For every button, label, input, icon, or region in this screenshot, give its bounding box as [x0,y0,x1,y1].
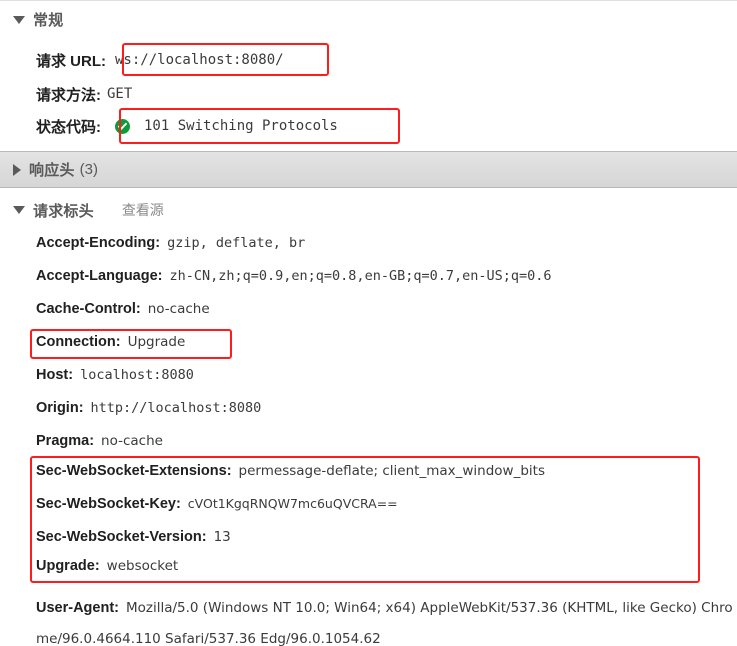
header-row-sec-websocket-key: Sec-WebSocket-Key: cVOt1KgqRNQW7mc6uQVCR… [0,496,398,520]
status-code-label: 状态代码: [36,118,101,136]
header-value: permessage-deflate; client_max_window_bi… [238,463,545,479]
header-name: Cache-Control: [36,301,141,317]
header-name: Accept-Language: [36,268,163,284]
request-url-value: ws://localhost:8080/ [115,52,284,68]
response-headers-count: (3) [79,161,98,178]
header-row-upgrade: Upgrade: websocket [0,558,178,582]
header-row-user-agent: User-Agent: Mozilla/5.0 (Windows NT 10.0;… [0,593,737,646]
header-name: Sec-WebSocket-Version: [36,529,207,545]
header-row-connection: Connection: Upgrade [0,334,185,358]
section-title-request-headers: 请求标头 [33,202,94,220]
request-method-label: 请求方法: [36,86,101,104]
request-method-value: GET [107,86,133,102]
header-name: User-Agent: [36,600,119,616]
section-header-request-headers[interactable]: 请求标头 查看源 [0,193,737,227]
section-header-general[interactable]: 常规 [0,0,737,38]
header-row-cache-control: Cache-Control: no-cache [0,301,210,325]
header-value: no-cache [101,433,163,449]
header-row-pragma: Pragma: no-cache [0,433,163,457]
header-value: Upgrade [127,334,186,350]
header-value: 13 [213,529,231,545]
triangle-down-icon[interactable] [13,206,25,214]
header-row-sec-websocket-extensions: Sec-WebSocket-Extensions: permessage-def… [0,463,545,487]
triangle-right-icon[interactable] [13,163,21,176]
status-code-text: 101 Switching Protocols [144,118,338,134]
general-row-request-url: 请求 URL: ws://localhost:8080/ [0,47,284,73]
success-check-icon [115,118,130,134]
header-value: Mozilla/5.0 (Windows NT 10.0; Win64; x64… [36,600,733,646]
general-row-status-code: 状态代码: 101 Switching Protocols [0,113,338,139]
section-header-response-headers[interactable]: 响应头 (3) [0,151,737,188]
header-value: localhost:8080 [80,367,194,383]
general-row-request-method: 请求方法: GET [0,81,132,107]
header-row-host: Host: localhost:8080 [0,367,194,391]
header-name: Origin: [36,400,84,416]
header-name: Pragma: [36,433,95,449]
triangle-down-icon[interactable] [13,15,25,24]
header-name: Accept-Encoding: [36,235,161,251]
header-value: no-cache [147,301,210,317]
header-value: zh-CN,zh;q=0.9,en;q=0.8,en-GB;q=0.7,en-U… [169,268,552,284]
header-name: Upgrade: [36,558,100,574]
request-url-label: 请求 URL: [36,52,106,70]
header-value: gzip, deflate, br [167,235,306,251]
section-title-general: 常规 [33,12,64,29]
view-source-link[interactable]: 查看源 [122,200,164,220]
section-title-response-headers: 响应头 [29,162,75,179]
header-value: cVOt1KgqRNQW7mc6uQVCRA== [187,496,398,511]
header-value: websocket [106,558,179,574]
devtools-headers-panel: 常规 请求 URL: ws://localhost:8080/ 请求方法: GE… [0,0,737,646]
header-row-sec-websocket-version: Sec-WebSocket-Version: 13 [0,529,231,553]
status-code-value-group: 101 Switching Protocols [115,118,338,134]
header-name: Sec-WebSocket-Key: [36,496,181,512]
header-row-accept-encoding: Accept-Encoding: gzip, deflate, br [0,235,305,259]
header-name: Host: [36,367,74,383]
header-row-origin: Origin: http://localhost:8080 [0,400,261,424]
header-value: http://localhost:8080 [90,400,262,416]
header-row-accept-language: Accept-Language: zh-CN,zh;q=0.9,en;q=0.8… [0,268,552,292]
header-name: Sec-WebSocket-Extensions: [36,463,232,479]
header-name: Connection: [36,334,121,350]
